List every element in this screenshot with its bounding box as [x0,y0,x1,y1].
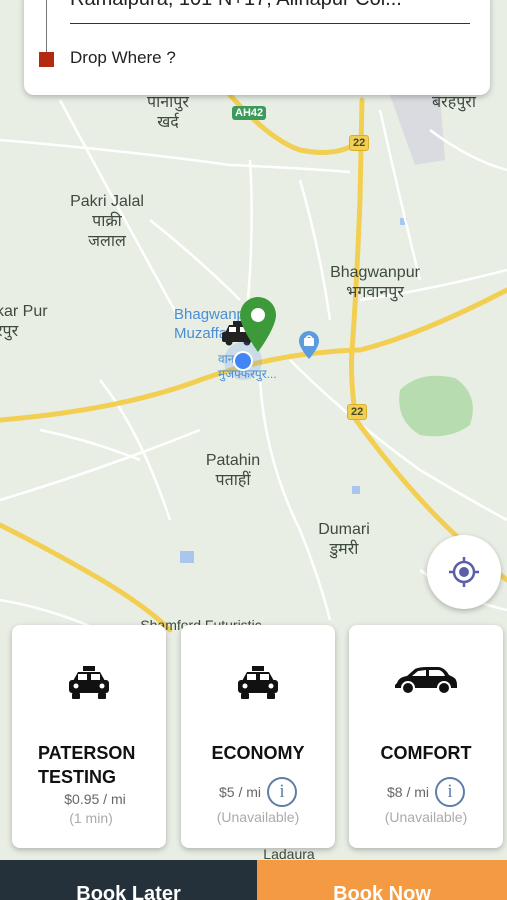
car-type-price-text: $8 / mi [386,784,429,800]
drop-marker-icon [39,52,54,67]
pickup-pin-icon[interactable] [238,296,278,354]
car-type-card-economy[interactable]: ECONOMY $5 / mi i (Unavailable) [181,625,335,848]
info-icon[interactable]: i [435,777,465,807]
taxi-icon [238,666,278,699]
highway-shield-22: 22 [349,135,370,151]
crosshair-icon [449,557,479,587]
car-type-eta: (1 min) [69,810,113,826]
car-type-price-text: $0.95 / mi [64,791,126,807]
pickup-address-field[interactable]: Ramalpura, 101 N+17, Alinapur Col... [70,0,470,11]
map-label-barahpur: बरहपुरा [432,94,476,111]
my-location-button[interactable] [427,535,501,609]
highway-shield-22: 22 [347,404,368,420]
map-label-panapur: पानापुर खर्द [147,94,189,131]
car-type-price: $0.95 / mi [12,791,166,807]
car-type-card-paterson-testing[interactable]: PATERSON TESTING $0.95 / mi (1 min) [12,625,166,848]
map-label-dumari: Dumari डुमरी [318,521,370,558]
car-type-name: ECONOMY [211,743,305,763]
book-later-button[interactable]: Book Later [0,860,257,900]
info-icon[interactable]: i [267,777,297,807]
map-label-patahin: Patahin पताहीं [205,452,261,489]
taxi-icon [69,666,109,699]
address-card: Ramalpura, 101 N+17, Alinapur Col... Dro… [24,0,490,95]
car-type-price: $5 / mi i [181,777,335,807]
car-type-name: COMFORT [380,743,472,763]
highway-shield-ah42: AH42 [232,106,267,120]
map-label-bhagwanpur: Bhagwanpur भगवानपुर [330,264,420,301]
book-now-button[interactable]: Book Now [257,860,507,900]
map-label-kar-pur: kar Pur रपुर [0,303,48,340]
car-type-price-text: $5 / mi [218,784,261,800]
shopping-poi-icon[interactable] [297,330,321,360]
drop-address-field[interactable]: Drop Where ? [70,48,176,68]
route-line [46,0,47,52]
car-type-availability: (Unavailable) [216,809,300,825]
car-type-price: $8 / mi i [349,777,503,807]
car-type-card-comfort[interactable]: COMFORT $8 / mi i (Unavailable) [349,625,503,848]
pickup-underline [70,23,470,24]
car-icon [395,667,457,695]
car-type-name: PATERSON TESTING [38,743,136,788]
car-type-availability: (Unavailable) [384,809,468,825]
map-label-pakri-jalal: Pakri Jalal पाक्री जलाल [70,193,144,250]
